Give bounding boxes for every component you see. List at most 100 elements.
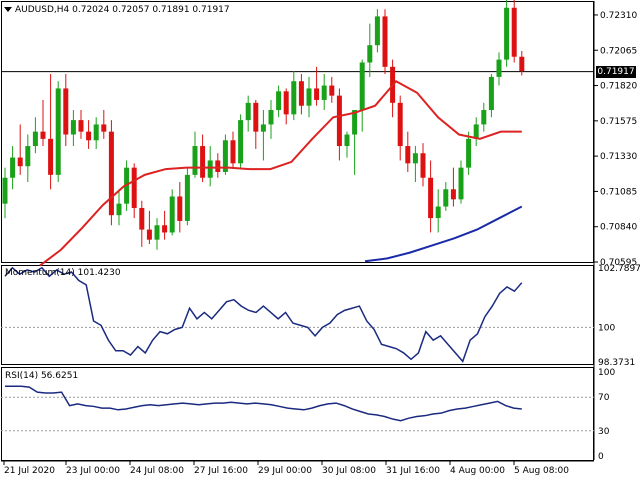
- candle-body: [230, 140, 236, 164]
- candle-body: [336, 95, 342, 147]
- rsi-header: RSI(14) 56.6251: [5, 371, 79, 381]
- candle-body: [2, 177, 8, 204]
- time-tick-label: 27 Jul 16:00: [194, 466, 248, 476]
- time-tick-label: 30 Jul 08:00: [322, 466, 376, 476]
- candle-body: [412, 153, 418, 164]
- candle-body: [192, 146, 198, 175]
- candle-body: [359, 62, 365, 111]
- candle-body: [450, 189, 456, 200]
- candle-body: [101, 124, 107, 132]
- candle-body: [215, 160, 221, 172]
- candle-body: [10, 157, 16, 178]
- high-value: 0.72057: [112, 5, 150, 15]
- time-tick-label: 31 Jul 16:00: [386, 466, 440, 476]
- price-tick-label: 0.71820: [600, 82, 637, 92]
- candle-body: [169, 196, 175, 233]
- price-tick-label: 0.72310: [600, 11, 637, 21]
- candle-body: [154, 225, 160, 240]
- symbol-timeframe: AUDUSD,H4: [15, 5, 70, 15]
- rsi-tick-label: 0: [598, 452, 604, 462]
- candle-body: [184, 174, 190, 221]
- mt4-chart-window: 0.72310 0.72065 0.71820 0.71575 0.71330 0.710…: [0, 0, 640, 480]
- candle-body: [55, 88, 61, 175]
- candle-body: [405, 146, 411, 164]
- rsi-line: [5, 385, 522, 422]
- candle-body: [420, 153, 426, 178]
- low-value: 0.71891: [152, 5, 190, 15]
- candle-body: [200, 146, 206, 178]
- candle-body: [207, 160, 213, 178]
- candle-body: [428, 177, 434, 219]
- main-header: AUDUSD,H4 0.72024 0.72057 0.71891 0.7191…: [4, 5, 230, 15]
- momentum-pane-border: [1, 265, 594, 365]
- candle-body: [511, 7, 517, 57]
- time-tick-label: 29 Jul 00:00: [258, 466, 312, 476]
- candle-body: [70, 120, 76, 135]
- candle-body: [397, 102, 403, 147]
- candle-body: [86, 131, 92, 141]
- candle-body: [276, 91, 282, 111]
- price-tick-label: 0.71575: [600, 117, 637, 127]
- time-tick-label: 23 Jul 00:00: [66, 466, 120, 476]
- candle-body: [321, 85, 327, 100]
- candle-body: [177, 196, 183, 221]
- momentum-line: [4, 266, 523, 363]
- candle-body: [245, 102, 251, 121]
- candle-body: [283, 91, 289, 115]
- candle-body: [306, 88, 312, 106]
- collapse-triangle-icon[interactable]: [4, 7, 12, 12]
- candle-body: [32, 131, 38, 147]
- axis-labels-group: 0.72310 0.72065 0.71820 0.71575 0.71330 0.710…: [3, 11, 640, 476]
- rsi-tick-label: 30: [598, 427, 610, 437]
- time-tick-label: 24 Jul 08:00: [130, 466, 184, 476]
- candle-body: [25, 146, 31, 167]
- candle-body: [329, 85, 335, 96]
- price-tick-label: 0.72065: [600, 46, 637, 56]
- open-value: 0.72024: [72, 5, 110, 15]
- candle-body: [63, 88, 69, 135]
- rsi-tick-label: 70: [598, 393, 610, 403]
- candle-body: [17, 157, 23, 167]
- price-tick-label: 0.70840: [600, 223, 637, 233]
- candle-body: [344, 134, 350, 147]
- candle-body: [116, 203, 122, 216]
- candle-body: [488, 76, 494, 111]
- rsi-pane-border: [1, 367, 594, 461]
- candle-body: [40, 131, 46, 139]
- candle-body: [466, 138, 472, 168]
- momentum-tick-label: 100: [598, 323, 615, 333]
- candle-body: [435, 206, 441, 219]
- rsi-line-group: [1, 385, 594, 432]
- candle-body: [367, 45, 373, 63]
- candle-body: [146, 229, 152, 240]
- close-value: 0.71917: [192, 5, 230, 15]
- candle-body: [131, 167, 137, 208]
- momentum-tick-label: 102.7897: [598, 264, 640, 274]
- candle-body: [268, 110, 274, 125]
- candle-body: [496, 59, 502, 77]
- candle-body: [519, 56, 525, 72]
- candle-body: [504, 7, 510, 60]
- candle-body: [78, 120, 84, 132]
- candle-body: [162, 225, 168, 233]
- price-tick-label: 0.71330: [600, 152, 637, 162]
- chart-canvas[interactable]: 0.72310 0.72065 0.71820 0.71575 0.71330 0.710…: [0, 0, 640, 480]
- candle-body: [443, 189, 449, 207]
- candle-body: [314, 88, 320, 100]
- candle-body: [238, 120, 244, 164]
- time-tick-label: 4 Aug 00:00: [450, 466, 505, 476]
- candle-body: [473, 124, 479, 139]
- momentum-line-group: [1, 266, 594, 363]
- candle-body: [382, 16, 388, 67]
- candle-body: [253, 102, 259, 132]
- candle-body: [93, 124, 99, 141]
- candle-body: [458, 167, 464, 200]
- ma-blue-line: [364, 205, 523, 263]
- rsi-tick-label: 100: [598, 368, 615, 378]
- momentum-tick-label: 98.3731: [598, 358, 635, 368]
- candle-body: [291, 81, 297, 115]
- candle-body: [108, 131, 114, 216]
- candle-body: [260, 124, 266, 132]
- candle-body: [298, 81, 304, 106]
- current-price-label: 0.71917: [596, 65, 636, 78]
